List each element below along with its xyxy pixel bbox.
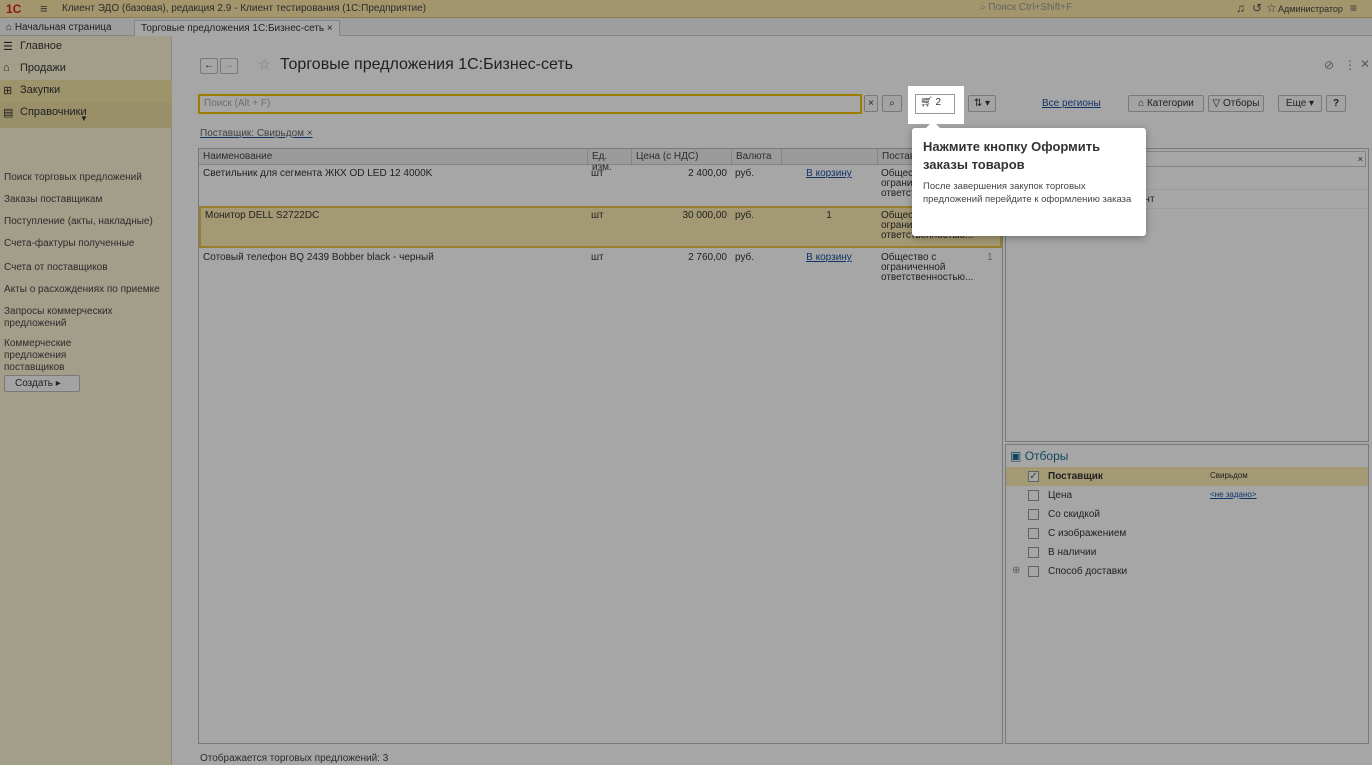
- hint-tooltip: Нажмите кнопку Оформить заказы товаров П…: [912, 121, 1146, 236]
- cart-button[interactable]: 🛒︎ 2: [915, 94, 955, 114]
- tooltip-arrow: [926, 121, 940, 128]
- tooltip-heading: Нажмите кнопку Оформить заказы товаров: [923, 139, 1101, 172]
- tooltip-body: После завершения закупок торговых предло…: [923, 181, 1132, 205]
- dim-overlay: [0, 0, 1372, 765]
- cart-icon: 🛒︎: [920, 97, 933, 108]
